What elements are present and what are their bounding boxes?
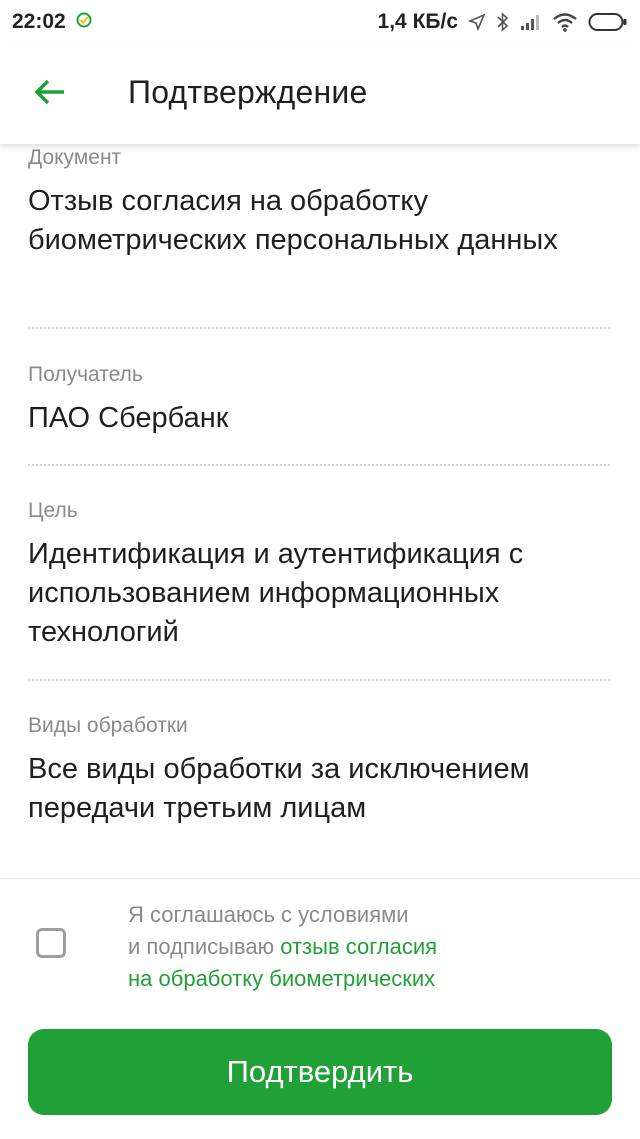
confirm-button[interactable]: Подтвердить	[28, 1029, 612, 1115]
divider	[28, 327, 610, 329]
detail-label: Документ	[28, 146, 122, 169]
status-bar-right: 1,4 КБ/с	[378, 10, 628, 34]
detail-document: Документ Отзыв согласия на обработку био…	[28, 146, 610, 260]
detail-label: Цель	[28, 499, 78, 522]
detail-value: Идентификация и аутентификация с использ…	[28, 538, 524, 648]
detail-value: ПАО Сбербанк	[28, 402, 229, 434]
divider	[28, 464, 610, 466]
app-bar: Подтверждение	[0, 44, 640, 144]
detail-processing-types: Виды обработки Все виды обработки за иск…	[28, 714, 610, 828]
detail-value: Все виды обработки за исключением переда…	[28, 753, 530, 824]
detail-value: Отзыв согласия на обработку биометрическ…	[28, 185, 558, 256]
back-button[interactable]	[26, 70, 74, 118]
sber-notification-icon	[76, 10, 92, 34]
divider	[28, 679, 610, 681]
page-title: Подтверждение	[128, 74, 368, 110]
detail-label: Получатель	[28, 363, 143, 386]
arrow-left-icon	[34, 79, 66, 110]
status-bar: 22:02 1,4 КБ/с	[0, 0, 640, 44]
location-arrow-icon	[468, 13, 486, 31]
agreement-text: Я соглашаюсь с условиями и подписываю от…	[128, 899, 598, 995]
bottom-panel: Я соглашаюсь с условиями и подписываю от…	[0, 878, 640, 1139]
status-time: 22:02	[12, 10, 66, 33]
bluetooth-icon	[496, 12, 510, 32]
agreement-line2: и подписываю	[128, 934, 275, 959]
consent-revocation-link[interactable]: отзыв согласия	[280, 934, 437, 959]
details-list[interactable]: Документ Отзыв согласия на обработку био…	[0, 144, 640, 878]
wifi-icon	[552, 12, 578, 32]
agreement-line1: Я соглашаюсь с условиями	[128, 902, 409, 927]
battery-icon	[588, 12, 628, 32]
network-speed: 1,4 КБ/с	[377, 10, 458, 33]
agree-checkbox[interactable]	[36, 928, 66, 958]
consent-revocation-link-continued[interactable]: на обработку биометрических	[128, 966, 435, 991]
detail-purpose: Цель Идентификация и аутентификация с ис…	[28, 499, 610, 652]
signal-icon	[520, 13, 542, 31]
detail-recipient: Получатель ПАО Сбербанк	[28, 363, 610, 438]
status-bar-left: 22:02	[12, 10, 92, 34]
detail-label: Виды обработки	[28, 714, 188, 737]
